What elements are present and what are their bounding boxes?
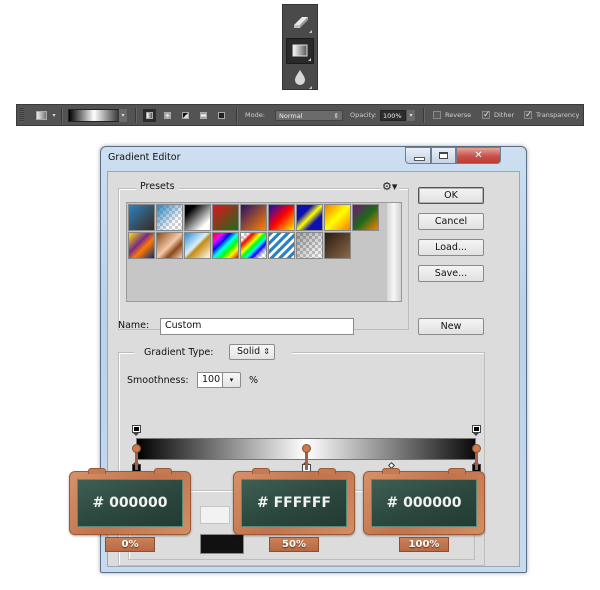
presets-label: Presets [136, 181, 179, 192]
preset-swatch[interactable] [156, 232, 183, 259]
presets-list [126, 202, 402, 302]
opacity-dropdown[interactable]: ▾ [407, 110, 415, 121]
callout-pin-head [471, 444, 481, 453]
preset-swatch[interactable] [324, 204, 351, 231]
select-arrows-icon: ⇕ [333, 112, 339, 120]
tool-panel [282, 4, 318, 90]
close-icon: ✕ [474, 150, 483, 161]
dialog-title: Gradient Editor [108, 152, 181, 163]
minimize-button[interactable] [405, 147, 431, 164]
preset-swatch[interactable] [128, 232, 155, 259]
color-stop-swatch[interactable] [200, 534, 244, 554]
callout-pin-head [131, 444, 141, 453]
linear-gradient-button[interactable] [143, 109, 156, 122]
options-bar: ▾ ▾ Mode: Normal ⇕ Opacity: 100% ▾ Rever… [16, 104, 584, 126]
angle-gradient-icon [182, 112, 189, 119]
callout-hex: # 000000 [77, 479, 183, 527]
options-bar-grip[interactable] [19, 108, 24, 122]
preset-swatch[interactable] [324, 232, 351, 259]
maximize-button[interactable] [431, 147, 456, 164]
name-input[interactable]: Custom [160, 318, 354, 335]
preset-swatch[interactable] [240, 204, 267, 231]
angle-gradient-button[interactable] [179, 109, 192, 122]
presets-gear-icon[interactable]: ⚙▾ [380, 180, 400, 193]
callout-location: 0% [105, 537, 155, 552]
preset-swatch[interactable] [128, 204, 155, 231]
smoothness-unit: % [249, 375, 259, 386]
presets-scrollbar[interactable] [387, 203, 401, 301]
load-button[interactable]: Load... [418, 239, 484, 256]
minimize-icon [414, 157, 425, 161]
callout-location: 100% [399, 537, 449, 552]
radial-gradient-button[interactable] [161, 109, 174, 122]
callout-pin-head [301, 444, 311, 453]
tool-preset-icon[interactable] [36, 111, 47, 120]
diamond-gradient-icon [218, 112, 225, 119]
opacity-stop-field[interactable] [200, 506, 230, 524]
preset-swatch[interactable] [296, 232, 323, 259]
reflected-gradient-button[interactable] [197, 109, 210, 122]
preset-swatch[interactable] [212, 232, 239, 259]
diamond-gradient-button[interactable] [215, 109, 228, 122]
ok-button[interactable]: OK [418, 187, 484, 204]
linear-gradient-icon [146, 112, 153, 119]
caption-buttons: ✕ [405, 147, 507, 164]
preset-swatch[interactable] [212, 204, 239, 231]
gradient-type-label: Gradient Type: [144, 347, 214, 358]
blur-tool[interactable] [286, 65, 314, 91]
preset-swatch[interactable] [268, 232, 295, 259]
name-label: Name: [118, 320, 150, 331]
preset-swatch[interactable] [184, 232, 211, 259]
transparency-checkbox[interactable]: ✓ [524, 111, 533, 120]
preset-swatch[interactable] [156, 204, 183, 231]
opacity-label: Opacity: [350, 111, 377, 119]
reverse-label: Reverse [445, 111, 472, 119]
gradient-type-select[interactable]: Solid ⇕ [229, 344, 275, 360]
eraser-tool[interactable] [286, 9, 314, 35]
gradient-tool[interactable] [286, 38, 314, 64]
reverse-checkbox[interactable] [433, 111, 441, 119]
gradient-preview[interactable] [68, 109, 120, 122]
dither-label: Dither [494, 111, 515, 119]
cancel-button[interactable]: Cancel [418, 213, 484, 230]
save-button[interactable]: Save... [418, 265, 484, 282]
gradient-type-value: Solid [237, 346, 261, 357]
reflected-gradient-icon [200, 112, 207, 119]
preset-swatch[interactable] [240, 232, 267, 259]
transparency-label: Transparency [536, 111, 580, 119]
radial-gradient-icon [164, 112, 171, 119]
preset-swatch[interactable] [352, 204, 379, 231]
preset-swatch[interactable] [296, 204, 323, 231]
smoothness-dropdown[interactable]: ▾ [222, 372, 241, 388]
opacity-input[interactable]: 100% [380, 110, 406, 121]
mode-select[interactable]: Normal ⇕ [275, 110, 343, 121]
select-arrows-icon: ⇕ [263, 347, 270, 356]
callout-hex: # 000000 [371, 479, 477, 527]
close-button[interactable]: ✕ [456, 147, 501, 164]
preset-swatch[interactable] [184, 204, 211, 231]
preset-swatch[interactable] [268, 204, 295, 231]
gradient-picker-dropdown[interactable]: ▾ [119, 109, 127, 122]
tool-preset-dropdown[interactable]: ▾ [50, 110, 58, 121]
callout-hex: # FFFFFF [241, 479, 347, 527]
dither-checkbox[interactable]: ✓ [482, 111, 491, 120]
opacity-stop[interactable] [131, 425, 141, 436]
mode-value: Normal [279, 112, 303, 120]
mode-label: Mode: [245, 111, 265, 119]
color-callout-board: # 000000 [363, 468, 485, 535]
maximize-icon [439, 152, 448, 159]
color-callout-board: # FFFFFF [233, 468, 355, 535]
callout-location: 50% [269, 537, 319, 552]
color-callout-board: # 000000 [69, 468, 191, 535]
new-button[interactable]: New [418, 318, 484, 335]
smoothness-input[interactable]: 100 [197, 372, 223, 388]
smoothness-label: Smoothness: [127, 375, 189, 386]
opacity-stop[interactable] [471, 425, 481, 436]
